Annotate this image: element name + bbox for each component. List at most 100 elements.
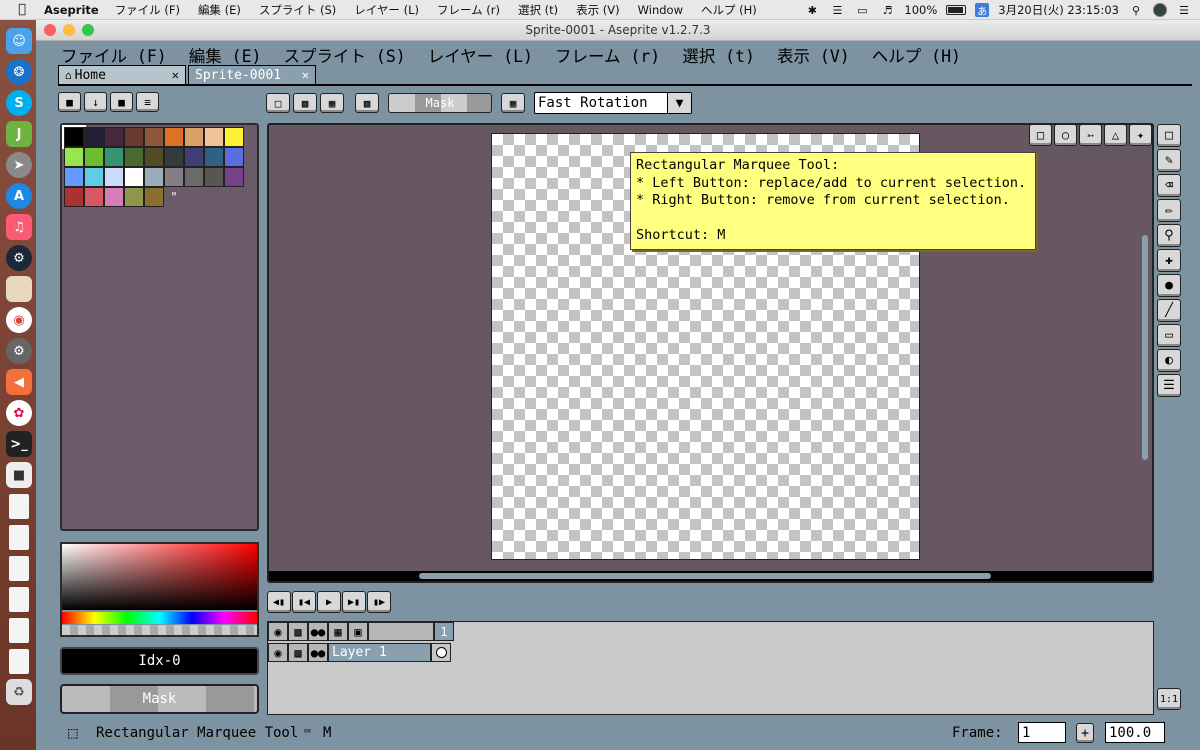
palette-swatch[interactable] [64, 167, 84, 187]
battery-icon[interactable] [946, 5, 967, 15]
rectangular-marquee-tool-icon[interactable]: □ [1157, 124, 1181, 147]
selection-mode-subtract-icon[interactable]: ▦ [320, 93, 344, 113]
chevron-down-icon[interactable]: ▼ [667, 93, 691, 113]
transparent-color-icon[interactable]: ▩ [355, 93, 379, 113]
menu-view[interactable]: 表示 (V) [777, 43, 850, 67]
steam-icon[interactable]: ⚙ [6, 245, 32, 271]
transparent-color-button[interactable]: Mask [388, 93, 492, 113]
palette-swatch[interactable] [164, 147, 184, 167]
notification-center-icon[interactable]: ☰ [1176, 4, 1192, 17]
color-picker[interactable] [60, 542, 259, 637]
foreground-color-button[interactable]: Idx-0 [60, 647, 259, 675]
mac-menu-layer[interactable]: レイヤー (L) [354, 2, 419, 18]
menu-frame[interactable]: フレーム (r) [555, 43, 660, 67]
line-icon[interactable]: ╱ [1157, 299, 1181, 322]
palette-swatch[interactable] [124, 127, 144, 147]
continuous-header-icon[interactable]: ●● [308, 622, 328, 641]
hue-slider[interactable] [62, 612, 257, 624]
new-frame-button[interactable]: + [1076, 723, 1094, 743]
background-color-button[interactable]: Mask [60, 684, 259, 714]
palette-swatch[interactable] [64, 147, 84, 167]
alpha-slider[interactable] [62, 625, 257, 635]
menu-edit[interactable]: 編集 (E) [189, 43, 262, 67]
palette-swatch[interactable] [84, 127, 104, 147]
color-saturation-value-area[interactable] [62, 544, 257, 610]
horizontal-scrollbar[interactable] [419, 573, 991, 579]
zoom-window-button[interactable] [82, 24, 94, 36]
app-store-icon[interactable]: A [6, 183, 32, 209]
zoom-input[interactable]: 100.0 [1105, 722, 1165, 743]
palette-swatch[interactable] [124, 147, 144, 167]
preview-icon[interactable] [6, 276, 32, 302]
palette-swatch[interactable] [204, 167, 224, 187]
layers-header-icon[interactable]: ▦ [328, 622, 348, 641]
mac-menu-file[interactable]: ファイル (F) [115, 2, 180, 18]
mac-menu-frame[interactable]: フレーム (r) [437, 2, 500, 18]
safari-icon[interactable]: ❂ [6, 59, 32, 85]
bluetooth-icon[interactable]: ✱ [804, 4, 820, 17]
timeline-zoom-1-1-button[interactable]: 1:1 [1157, 688, 1181, 710]
aseprite-dock-icon[interactable]: ■ [6, 462, 32, 488]
document-icon[interactable] [9, 525, 29, 550]
menubar-clock[interactable]: 3月20日(火) 23:15:03 [998, 2, 1119, 18]
cel-frame-1[interactable] [431, 643, 451, 662]
itunes-icon[interactable]: ♫ [6, 214, 32, 240]
mac-menu-help[interactable]: ヘルプ (H) [701, 2, 757, 18]
polygonal-lasso-icon[interactable]: △ [1104, 124, 1127, 146]
visibility-header-icon[interactable]: ◉ [268, 622, 288, 641]
mac-menu-sprite[interactable]: スプライト (S) [259, 2, 336, 18]
layer-row[interactable]: ◉ ▩ ●● Layer 1 [268, 643, 451, 663]
palette-swatch[interactable] [84, 187, 104, 207]
palette-swatch[interactable] [64, 187, 84, 207]
trash-icon[interactable]: ♻ [6, 679, 32, 705]
layer-continuous-icon[interactable]: ●● [308, 643, 328, 662]
window-titlebar[interactable]: Sprite-0001 - Aseprite v1.2.7.3 [36, 20, 1200, 41]
palette-swatch[interactable] [224, 147, 244, 167]
palette-swatch[interactable] [124, 187, 144, 207]
current-frame-input[interactable]: 1 [1018, 722, 1066, 743]
move-icon[interactable]: ✚ [1157, 249, 1181, 272]
palette-swatch[interactable] [104, 187, 124, 207]
mac-menu-select[interactable]: 選択 (t) [518, 2, 558, 18]
layer-name[interactable]: Layer 1 [328, 643, 431, 662]
skype-icon[interactable]: S [6, 90, 32, 116]
menu-file[interactable]: ファイル (F) [61, 43, 167, 67]
spotlight-search-icon[interactable]: ⚲ [1128, 4, 1144, 17]
selection-mode-replace-icon[interactable]: □ [266, 93, 290, 113]
selection-mode-add-icon[interactable]: ▩ [293, 93, 317, 113]
document-icon[interactable] [9, 587, 29, 612]
chrome-icon[interactable]: ◉ [6, 307, 32, 333]
palette-options-icon[interactable]: ≡ [136, 92, 159, 112]
first-frame-icon[interactable]: ◀▮ [267, 591, 291, 613]
system-preferences-icon[interactable]: ⚙ [6, 338, 32, 364]
mac-menu-edit[interactable]: 編集 (E) [198, 2, 241, 18]
vertical-scrollbar[interactable] [1142, 235, 1148, 460]
user-avatar-icon[interactable] [1153, 3, 1167, 17]
palette-swatch[interactable] [104, 127, 124, 147]
launchpad-icon[interactable]: ➤ [6, 152, 32, 178]
pencil-icon[interactable]: ✎ [1157, 149, 1181, 172]
rectangular-marquee-icon[interactable]: □ [1029, 124, 1052, 146]
sort-palette-icon[interactable]: ↓ [84, 92, 107, 112]
document-icon[interactable] [9, 618, 29, 643]
palette-swatch[interactable] [224, 127, 244, 147]
palette-swatch[interactable] [144, 127, 164, 147]
lock-header-icon[interactable]: ▩ [288, 622, 308, 641]
finder-icon[interactable]: ☺ [6, 28, 32, 54]
palette-swatch[interactable] [164, 167, 184, 187]
close-window-button[interactable] [44, 24, 56, 36]
palette-swatch[interactable] [164, 127, 184, 147]
palette-swatch[interactable] [124, 167, 144, 187]
palette-swatch[interactable] [144, 147, 164, 167]
terminal-icon[interactable]: >_ [6, 431, 32, 457]
menu-help[interactable]: ヘルプ (H) [872, 43, 961, 67]
menu-sprite[interactable]: スプライト (S) [284, 43, 406, 67]
blur-icon[interactable]: ☰ [1157, 374, 1181, 397]
play-icon[interactable]: ▶ [317, 591, 341, 613]
last-frame-icon[interactable]: ▮▶ [367, 591, 391, 613]
onion-skin-icon[interactable]: ▣ [348, 622, 368, 641]
palette-swatch[interactable] [184, 147, 204, 167]
menu-layer[interactable]: レイヤー (L) [428, 43, 533, 67]
volume-icon[interactable]: ♬ [879, 4, 895, 17]
palette-swatch[interactable] [144, 167, 164, 187]
